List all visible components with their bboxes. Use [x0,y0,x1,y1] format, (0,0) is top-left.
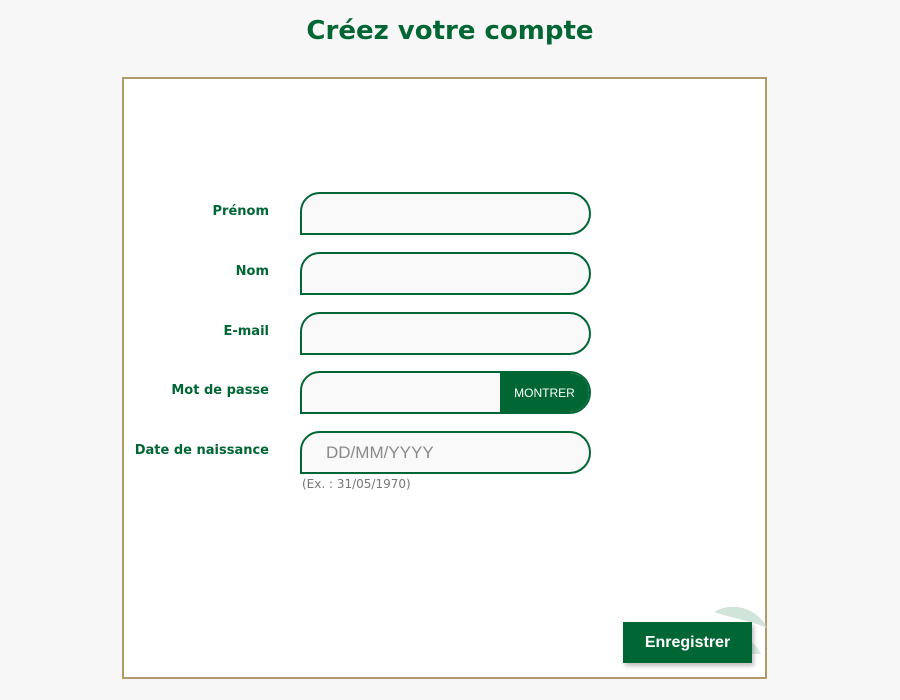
password-label: Mot de passe [171,383,269,398]
email-input[interactable] [302,314,589,353]
last-name-input[interactable] [302,254,589,293]
last-name-label: Nom [235,264,269,279]
show-password-button[interactable]: MONTRER [500,373,589,412]
birth-date-input[interactable] [302,433,589,472]
birth-date-hint: (Ex. : 31/05/1970) [302,477,411,491]
email-field-wrapper [300,312,591,355]
email-label: E-mail [223,324,269,339]
first-name-label: Prénom [212,204,270,219]
first-name-field-wrapper [300,192,591,235]
first-name-row: Prénom [124,192,765,236]
email-row: E-mail [124,312,765,356]
page-title: Créez votre compte [306,16,594,46]
submit-button[interactable]: Enregistrer [623,622,752,663]
password-row: Mot de passe MONTRER [124,371,765,415]
registration-card: Prénom Nom E-mail Mot de passe MONTRER D… [122,77,767,679]
birth-date-field-wrapper [300,431,591,474]
last-name-row: Nom [124,252,765,296]
last-name-field-wrapper [300,252,591,295]
password-input[interactable] [302,373,502,412]
first-name-input[interactable] [302,194,589,233]
birth-date-row: Date de naissance [124,431,765,475]
birth-date-label: Date de naissance [134,443,269,458]
password-field-wrapper: MONTRER [300,371,591,414]
